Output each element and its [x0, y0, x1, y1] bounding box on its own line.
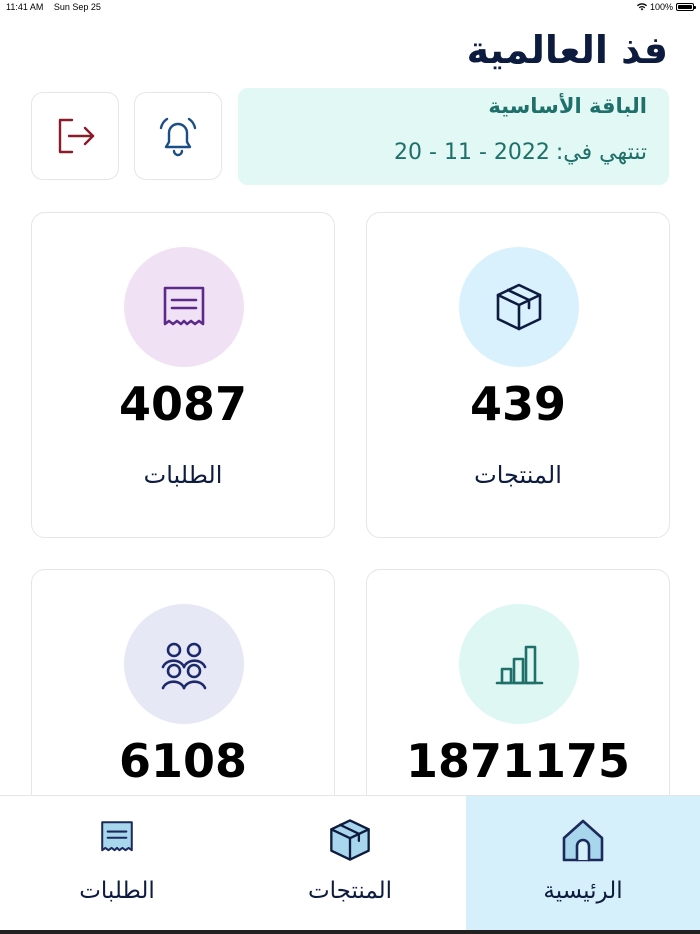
page-title: فذ العالمية: [466, 28, 668, 72]
products-count: 439: [469, 377, 567, 431]
bottom-tab-bar: الرئيسية المنتجات الطلبات: [0, 795, 700, 934]
tab-orders[interactable]: الطلبات: [0, 796, 234, 934]
receipt-icon: [163, 286, 205, 326]
status-date: Sun Sep 25: [53, 2, 101, 12]
customers-count: 6108: [118, 734, 248, 788]
logout-icon: [58, 118, 95, 154]
tab-home[interactable]: الرئيسية: [466, 796, 700, 934]
notifications-button[interactable]: [134, 92, 222, 180]
orders-stat-card[interactable]: 4087 الطلبات: [31, 212, 335, 538]
status-bar: 11:41 AM Sun Sep 25 100%: [0, 0, 700, 14]
home-icon: [562, 819, 604, 862]
subscription-plan-card: الباقة الأساسية تنتهي في: 20 - 11 - 2022: [238, 88, 669, 185]
box-icon: [330, 819, 370, 861]
receipt-icon: [101, 821, 133, 852]
battery-icon: [676, 3, 696, 11]
box-icon: [496, 283, 542, 331]
status-time: 11:41 AM: [6, 2, 44, 12]
products-stat-card[interactable]: 439 المنتجات: [366, 212, 670, 538]
sales-stat-icon-circle: [459, 604, 579, 724]
sales-total: 1871175: [405, 734, 631, 788]
plan-expiry: تنتهي في: 20 - 11 - 2022: [394, 140, 647, 165]
tab-products[interactable]: المنتجات: [233, 796, 467, 934]
logout-button[interactable]: [31, 92, 119, 180]
users-icon: [161, 642, 207, 690]
tab-products-label: المنتجات: [307, 878, 393, 904]
tab-home-label: الرئيسية: [543, 878, 623, 904]
products-label: المنتجات: [474, 461, 562, 489]
customers-stat-card[interactable]: 6108: [31, 569, 335, 809]
wifi-icon: [636, 3, 647, 11]
battery-percentage: 100%: [649, 2, 673, 12]
plan-name: الباقة الأساسية: [488, 94, 647, 118]
bar-chart-icon: [495, 645, 544, 685]
tab-orders-label: الطلبات: [79, 878, 155, 904]
orders-label: الطلبات: [143, 461, 223, 489]
orders-stat-icon-circle: [124, 247, 244, 367]
plan-expiry-date: 20 - 11 - 2022: [394, 140, 550, 165]
bell-icon: [159, 117, 197, 157]
orders-count: 4087: [118, 377, 248, 431]
customers-stat-icon-circle: [124, 604, 244, 724]
home-indicator: [0, 930, 700, 934]
products-stat-icon-circle: [459, 247, 579, 367]
plan-expiry-label: تنتهي في:: [555, 140, 647, 165]
sales-stat-card[interactable]: 1871175: [366, 569, 670, 809]
